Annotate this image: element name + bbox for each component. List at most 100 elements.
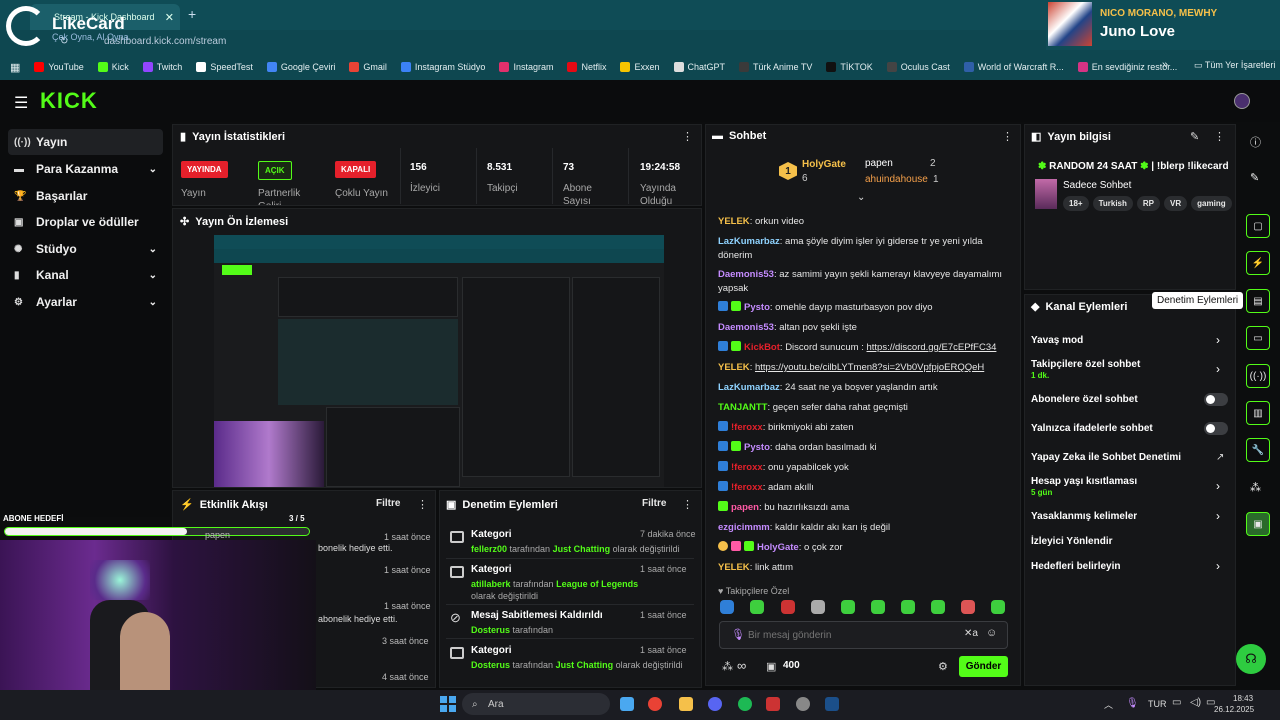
emote[interactable] — [901, 600, 915, 614]
tray-expand-icon[interactable]: ︿ — [1104, 698, 1113, 711]
volume-icon[interactable]: ◁) — [1190, 697, 1201, 708]
points-icon[interactable]: ⁂ — [1250, 481, 1261, 494]
bookmark-item[interactable]: Twitch — [142, 62, 182, 72]
more-icon[interactable]: ⋮ — [1002, 130, 1013, 143]
mod-filter-button[interactable]: Filtre — [642, 498, 666, 509]
bookmark-item[interactable]: Oculus Cast — [886, 62, 950, 72]
sidebar-item-kanal[interactable]: ▮ Kanal ⌄ — [8, 262, 163, 288]
menu-icon[interactable]: ☰ — [14, 93, 28, 113]
ai-moderation-item[interactable]: Yapay Zeka ile Sohbet Denetimi — [1031, 452, 1181, 463]
bookmark-item[interactable]: Türk Anime TV — [739, 62, 812, 72]
bookmark-item[interactable]: Netflix — [567, 62, 606, 72]
chevron-right-icon[interactable]: › — [1216, 559, 1220, 573]
taskbar-search[interactable]: ⌕ Ara — [462, 693, 610, 715]
send-button[interactable]: Gönder — [959, 656, 1008, 677]
sidebar-item-droplar[interactable]: ▣ Droplar ve ödüller — [8, 209, 163, 235]
sidebar-item-studyo[interactable]: ✺ Stüdyo ⌄ — [8, 236, 163, 262]
events-filter-button[interactable]: Filtre — [376, 498, 400, 509]
spotify-icon[interactable] — [738, 697, 752, 711]
tag[interactable]: gaming — [1191, 196, 1232, 211]
kick-logo[interactable]: KICK — [40, 88, 98, 114]
emote-chat-toggle[interactable] — [1204, 422, 1228, 435]
avatar[interactable] — [1234, 93, 1250, 109]
clip-icon[interactable]: ▢ — [1246, 214, 1270, 238]
emote[interactable] — [811, 600, 825, 614]
close-tab-icon[interactable]: ✕ — [165, 11, 174, 24]
app-icon[interactable] — [796, 697, 810, 711]
bookmark-item[interactable]: YouTube — [34, 62, 84, 72]
network-icon[interactable]: ▭ — [1172, 697, 1181, 708]
more-bookmarks-icon[interactable]: » — [1162, 59, 1168, 71]
expand-icon[interactable]: ⌄ — [857, 192, 865, 203]
lightning-icon[interactable]: ⚡ — [1246, 251, 1270, 275]
bookmark-item[interactable]: Exxen — [620, 62, 660, 72]
taskview-icon[interactable] — [620, 697, 634, 711]
emote[interactable] — [841, 600, 855, 614]
more-icon[interactable]: ⋮ — [417, 498, 428, 511]
chat-input[interactable] — [748, 626, 948, 644]
emote[interactable] — [720, 600, 734, 614]
steam-icon[interactable] — [825, 697, 839, 711]
redirect-viewers-item[interactable]: İzleyici Yönlendir — [1031, 536, 1113, 547]
chat-link[interactable]: https://discord.gg/E7cEPfFC34 — [867, 342, 997, 353]
wrench-icon[interactable]: 🔧 — [1246, 438, 1270, 462]
info-icon[interactable]: ⓘ — [1250, 134, 1261, 150]
edit-icon[interactable]: ✎ — [1250, 171, 1259, 184]
bookmark-item[interactable]: Kick — [97, 62, 129, 72]
app-icon[interactable]: ▣ — [1246, 512, 1270, 536]
sidebar-item-yayin[interactable]: ((·)) Yayın — [8, 129, 163, 155]
stream-preview[interactable] — [214, 235, 664, 487]
bookmark-item[interactable]: World of Warcraft R... — [963, 62, 1064, 72]
mic-icon[interactable]: 🎙 — [731, 628, 745, 641]
mod-actions-icon[interactable]: ▤ — [1246, 289, 1270, 313]
tag[interactable]: Turkish — [1092, 196, 1133, 211]
tag[interactable]: VR — [1164, 196, 1188, 211]
all-bookmarks[interactable]: ▭ Tüm Yer İşaretleri — [1194, 60, 1275, 71]
account-age-item[interactable]: Hesap yaşı kısıtlaması — [1031, 476, 1137, 487]
external-link-icon[interactable]: ↗ — [1216, 452, 1224, 463]
emoji-icon[interactable]: ☺ — [986, 627, 997, 639]
support-icon[interactable]: ☊ — [1236, 644, 1266, 674]
more-icon[interactable]: ⋮ — [1214, 130, 1225, 143]
emote[interactable] — [961, 600, 975, 614]
tag[interactable]: RP — [1136, 196, 1161, 211]
category-thumbnail[interactable] — [1035, 179, 1057, 209]
bookmark-item[interactable]: Gmail — [349, 62, 387, 72]
bookmark-item[interactable]: Instagram Stüdyo — [400, 62, 485, 72]
category-name[interactable]: Sadece Sohbet — [1063, 180, 1131, 191]
folder-icon[interactable] — [679, 697, 693, 711]
emote[interactable] — [871, 600, 885, 614]
chat-link[interactable]: https://youtu.be/cilbLYTmen8?si=2Vb0Vpfp… — [755, 362, 984, 373]
bookmark-item[interactable]: Instagram — [499, 62, 553, 72]
bookmark-item[interactable]: Google Çeviri — [266, 62, 335, 72]
slow-mode-item[interactable]: Yavaş mod — [1031, 335, 1083, 346]
follower-chat-item[interactable]: Takipçilere özel sohbet — [1031, 359, 1140, 370]
language-indicator[interactable]: TUR — [1148, 699, 1167, 709]
chevron-right-icon[interactable]: › — [1216, 333, 1220, 347]
chevron-right-icon[interactable]: › — [1216, 479, 1220, 493]
banned-words-item[interactable]: Yasaklanmış kelimeler — [1031, 511, 1137, 522]
sidebar-item-basarilar[interactable]: 🏆 Başarılar — [8, 183, 163, 209]
sub-chat-toggle[interactable] — [1204, 393, 1228, 406]
bookmark-item[interactable]: ChatGPT — [673, 62, 725, 72]
chevron-right-icon[interactable]: › — [1216, 362, 1220, 376]
app-icon[interactable] — [766, 697, 780, 711]
apps-icon[interactable]: ▦ — [10, 61, 20, 74]
chat-settings-icon[interactable]: ⚙ — [938, 660, 948, 673]
chrome-icon[interactable] — [648, 697, 662, 711]
bookmark-item[interactable]: SpeedTest — [196, 62, 253, 72]
windows-start-icon[interactable] — [440, 696, 456, 712]
chat-icon[interactable]: ▭ — [1246, 326, 1270, 350]
edit-icon[interactable]: ✎ — [1190, 130, 1199, 143]
discord-icon[interactable] — [708, 697, 722, 711]
emote[interactable] — [991, 600, 1005, 614]
sidebar-item-para-kazanma[interactable]: ▬ Para Kazanma ⌄ — [8, 156, 163, 182]
more-icon[interactable]: ⋮ — [682, 498, 693, 511]
mic-icon[interactable]: 🎙 — [1126, 698, 1139, 709]
chevron-right-icon[interactable]: › — [1216, 509, 1220, 523]
sidebar-item-ayarlar[interactable]: ⚙ Ayarlar ⌄ — [8, 289, 163, 315]
emote[interactable] — [781, 600, 795, 614]
set-goals-item[interactable]: Hedefleri belirleyin — [1031, 561, 1120, 572]
emote[interactable] — [750, 600, 764, 614]
broadcast-icon[interactable]: ((·)) — [1246, 364, 1270, 388]
